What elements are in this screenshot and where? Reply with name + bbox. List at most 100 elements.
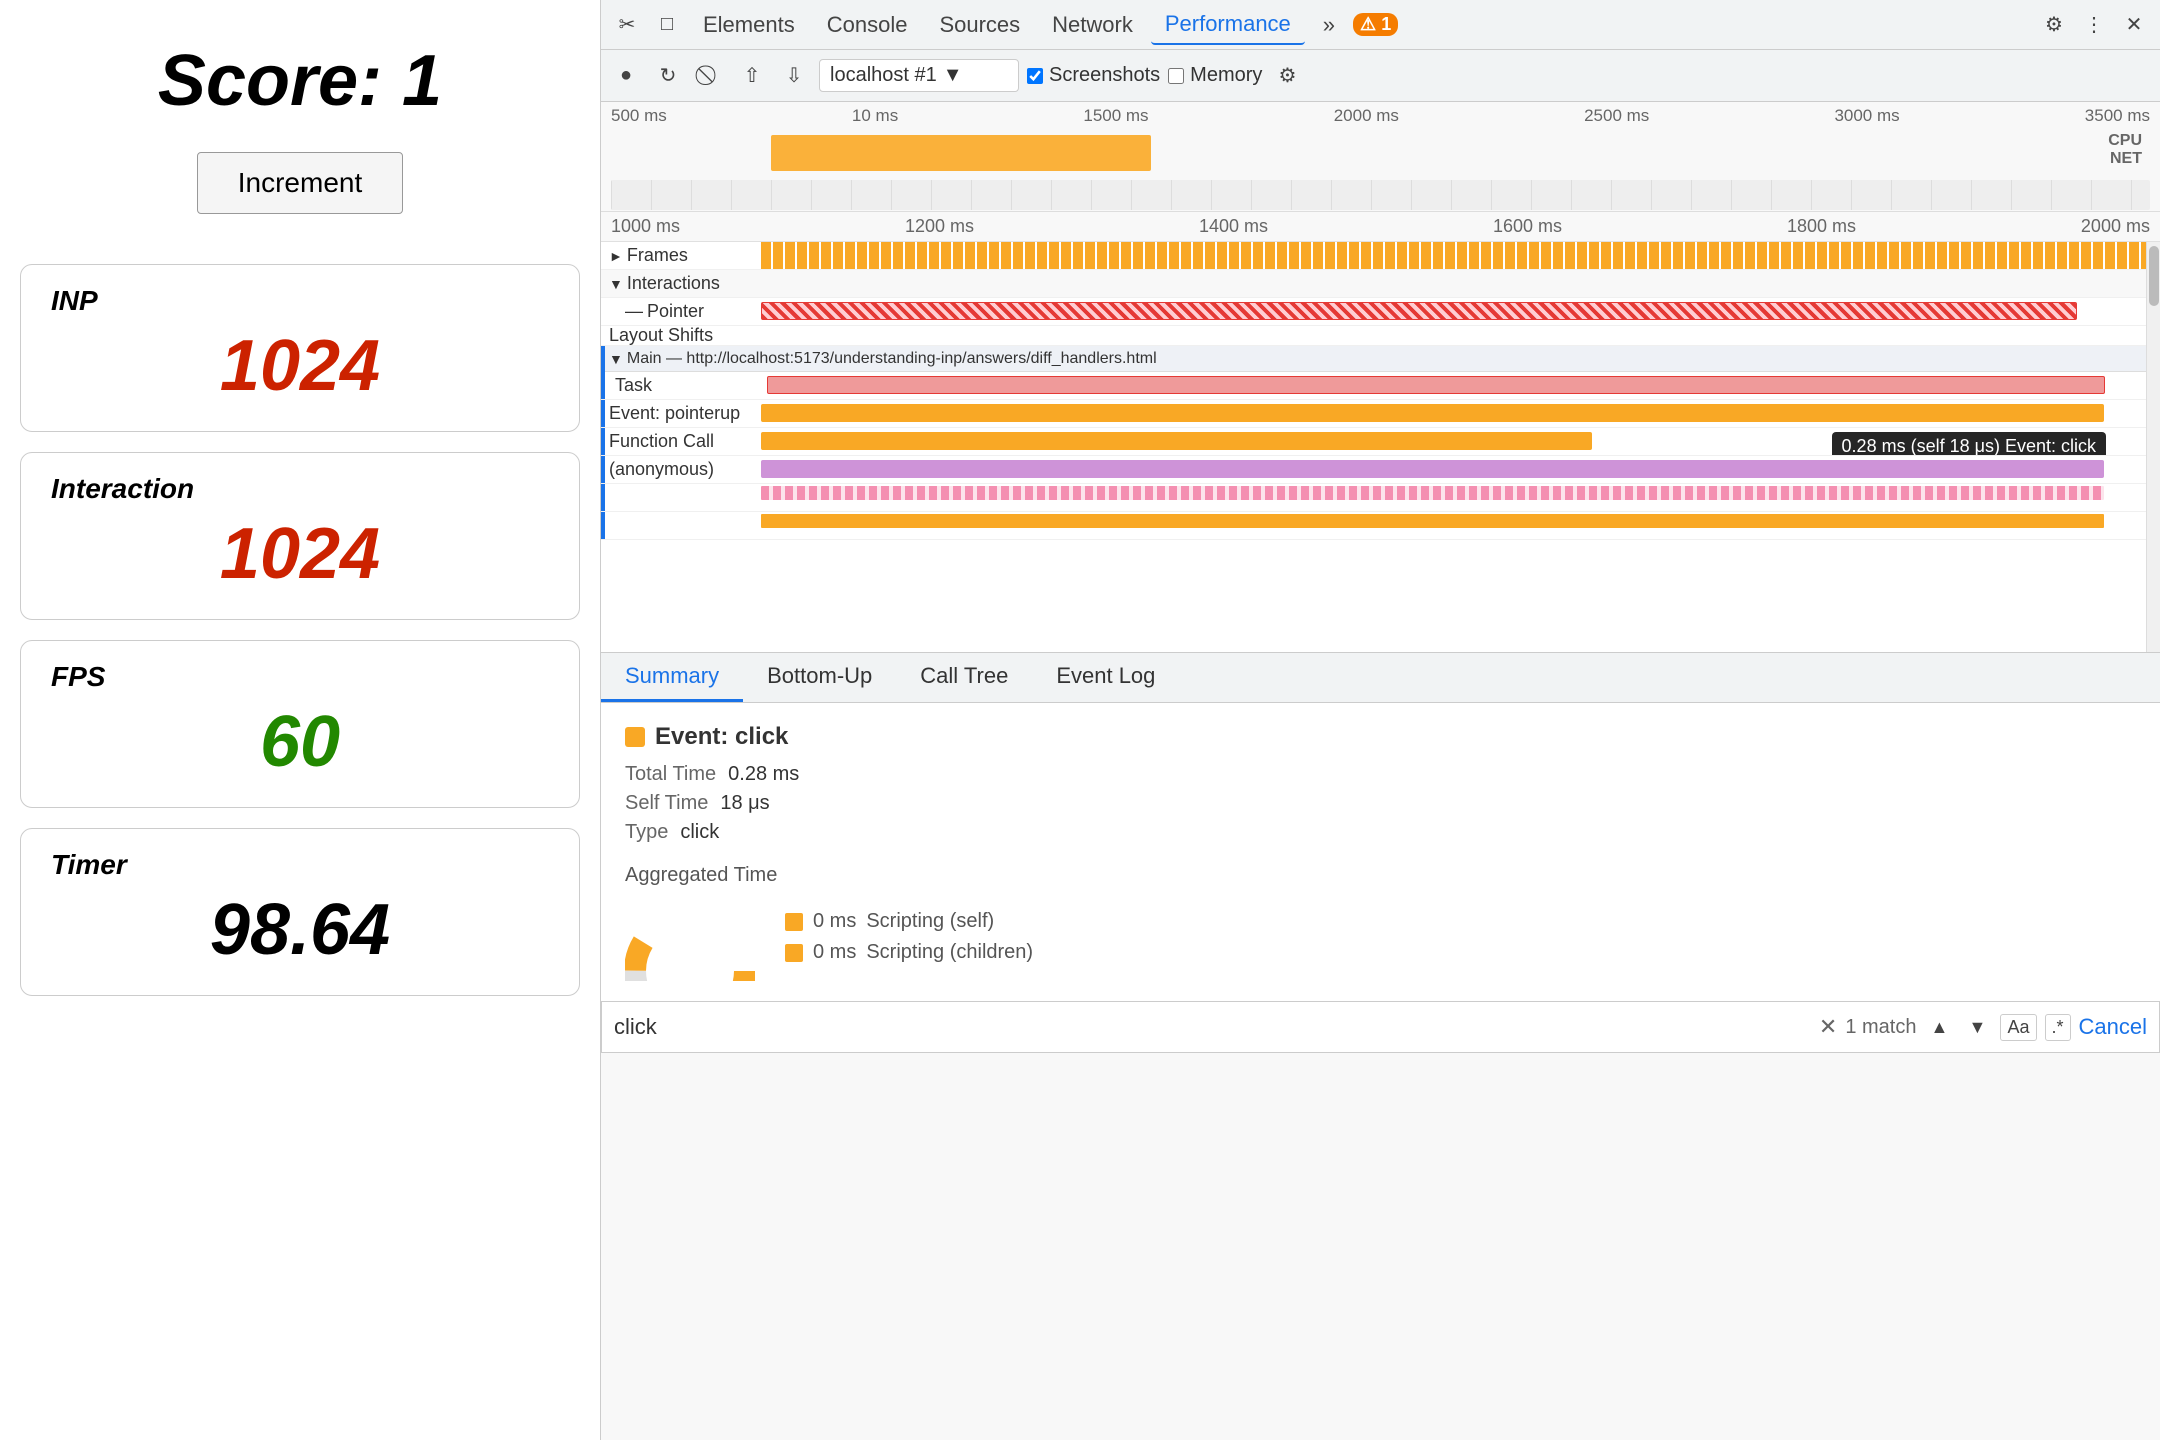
scripting-children-row: 0 ms Scripting (children) — [785, 941, 1033, 964]
inp-label: INP — [51, 285, 549, 317]
tab-summary[interactable]: Summary — [601, 653, 743, 702]
tab-call-tree[interactable]: Call Tree — [896, 653, 1032, 702]
event-pointerup-bar[interactable] — [761, 404, 2104, 422]
more-icon[interactable]: ⋮ — [2076, 7, 2112, 43]
scripting-children-value: 0 ms — [813, 941, 856, 964]
frames-bar — [761, 242, 2146, 269]
score-value: 1 — [402, 41, 442, 121]
url-dropdown-icon: ▼ — [943, 64, 963, 87]
frames-label-text: Frames — [627, 245, 688, 266]
tab-network[interactable]: Network — [1038, 6, 1147, 44]
event-pointerup-row: Event: pointerup — [601, 400, 2146, 428]
scripting-self-value: 0 ms — [813, 910, 856, 933]
event-pointerup-content[interactable] — [761, 400, 2146, 427]
devtools-dock-icon[interactable]: □ — [649, 7, 685, 43]
anonymous-row: (anonymous) — [601, 456, 2146, 484]
anonymous-bar[interactable] — [761, 460, 2104, 478]
download-icon[interactable]: ⇩ — [777, 59, 811, 93]
fps-value: 60 — [51, 701, 549, 783]
main-time-ruler: 1000 ms 1200 ms 1400 ms 1600 ms 1800 ms … — [601, 212, 2160, 242]
anonymous-content[interactable] — [761, 456, 2146, 483]
event-title-row: Event: click — [625, 723, 2136, 751]
frames-label[interactable]: ► Frames — [601, 245, 761, 266]
match-case-button[interactable]: Aa — [2000, 1014, 2036, 1041]
interaction-card: Interaction 1024 — [20, 452, 580, 620]
task-content[interactable] — [767, 372, 2146, 399]
tab-bottom-up[interactable]: Bottom-Up — [743, 653, 896, 702]
layout-shifts-label[interactable]: Layout Shifts — [601, 325, 761, 346]
settings-icon[interactable]: ⚙ — [2036, 7, 2072, 43]
function-call-content[interactable]: 0.28 ms (self 18 μs) Event: click — [761, 428, 2146, 455]
aggregated-title: Aggregated Time — [625, 864, 2136, 887]
performance-toolbar: ● ↻ ⃠ ⇧ ⇩ localhost #1 ▼ Screenshots Mem… — [601, 50, 2160, 102]
aggregated-legend: 0 ms Scripting (self) 0 ms Scripting (ch… — [785, 910, 1033, 972]
trace-content: ► Frames ▼ Interactions — [601, 242, 2146, 652]
screenshot-strip — [611, 180, 2150, 210]
increment-button[interactable]: Increment — [197, 152, 404, 214]
scroll-thumb[interactable] — [2149, 246, 2159, 306]
frames-chevron[interactable]: ► — [609, 248, 623, 264]
timer-label: Timer — [51, 849, 549, 881]
clear-icon[interactable]: ⃠ — [693, 59, 727, 93]
pointer-label-text: Pointer — [647, 301, 704, 322]
function-call-bar[interactable] — [761, 432, 1592, 450]
tab-sources[interactable]: Sources — [925, 6, 1034, 44]
layout-shifts-text: Layout Shifts — [609, 325, 713, 346]
interactions-chevron[interactable]: ▼ — [609, 276, 623, 292]
main-section-container: ▼ Main — http://localhost:5173/understan… — [601, 346, 2146, 540]
upload-icon[interactable]: ⇧ — [735, 59, 769, 93]
main-section-label: Main — http://localhost:5173/understandi… — [627, 350, 1157, 368]
total-time-label: Total Time — [625, 763, 716, 786]
tab-elements[interactable]: Elements — [689, 6, 809, 44]
main-section-chevron[interactable]: ▼ — [609, 351, 623, 367]
aggregated-section: Aggregated Time 0 ms Scripting (self) — [625, 864, 2136, 981]
yellow-row — [601, 512, 2146, 540]
record-icon[interactable]: ● — [609, 59, 643, 93]
close-icon[interactable]: ✕ — [2116, 7, 2152, 43]
task-row: Task — [601, 372, 2146, 400]
event-color-dot — [625, 727, 645, 747]
score-label: Score: — [158, 41, 382, 121]
pointer-bar[interactable] — [761, 302, 2077, 320]
tab-event-log[interactable]: Event Log — [1032, 653, 1179, 702]
inp-value: 1024 — [51, 325, 549, 407]
search-cancel-button[interactable]: Cancel — [2079, 1014, 2147, 1040]
search-input[interactable] — [614, 1014, 1811, 1040]
frames-row: ► Frames — [601, 242, 2146, 270]
overview-time-markers: 500 ms 10 ms 1500 ms 2000 ms 2500 ms 300… — [601, 102, 2160, 130]
frames-content — [761, 242, 2146, 269]
search-prev-button[interactable]: ▲ — [1924, 1012, 1954, 1042]
regex-button[interactable]: .* — [2045, 1014, 2071, 1041]
more-settings-icon[interactable]: ⚙ — [1270, 59, 1304, 93]
interactions-label[interactable]: ▼ Interactions — [601, 273, 761, 294]
tab-performance[interactable]: Performance — [1151, 5, 1305, 45]
devtools-select-icon[interactable]: ✂ — [609, 7, 645, 43]
self-time-label: Self Time — [625, 792, 708, 815]
anonymous-text: (anonymous) — [609, 459, 714, 480]
task-label-text: Task — [615, 375, 652, 396]
pointer-content[interactable] — [761, 298, 2146, 325]
bottom-tab-bar: Summary Bottom-Up Call Tree Event Log — [601, 653, 2160, 703]
type-label: Type — [625, 821, 668, 844]
main-section-header[interactable]: ▼ Main — http://localhost:5173/understan… — [601, 346, 2146, 372]
tab-more[interactable]: » — [1309, 6, 1349, 44]
left-panel: Score: 1 Increment INP 1024 Interaction … — [0, 0, 600, 1440]
devtools-panel: ✂ □ Elements Console Sources Network Per… — [600, 0, 2160, 1440]
tooltip: 0.28 ms (self 18 μs) Event: click — [1832, 432, 2106, 455]
overview-timeline[interactable]: 500 ms 10 ms 1500 ms 2000 ms 2500 ms 300… — [601, 102, 2160, 212]
summary-content: Event: click Total Time 0.28 ms Self Tim… — [601, 703, 2160, 1001]
event-pointerup-label: Event: pointerup — [601, 403, 761, 424]
url-selector[interactable]: localhost #1 ▼ — [819, 59, 1019, 92]
self-time-value: 18 μs — [720, 792, 769, 815]
memory-checkbox[interactable] — [1168, 68, 1184, 84]
clear-search-button[interactable]: ✕ — [1819, 1014, 1837, 1040]
screenshots-checkbox[interactable] — [1027, 68, 1043, 84]
task-bar[interactable] — [767, 376, 2105, 394]
timer-value: 98.64 — [51, 889, 549, 971]
score-display: Score: 1 — [158, 40, 442, 122]
tab-console[interactable]: Console — [813, 6, 922, 44]
reload-icon[interactable]: ↻ — [651, 59, 685, 93]
search-next-button[interactable]: ▼ — [1962, 1012, 1992, 1042]
right-scrollbar[interactable] — [2146, 242, 2160, 652]
scripting-self-color — [785, 913, 803, 931]
